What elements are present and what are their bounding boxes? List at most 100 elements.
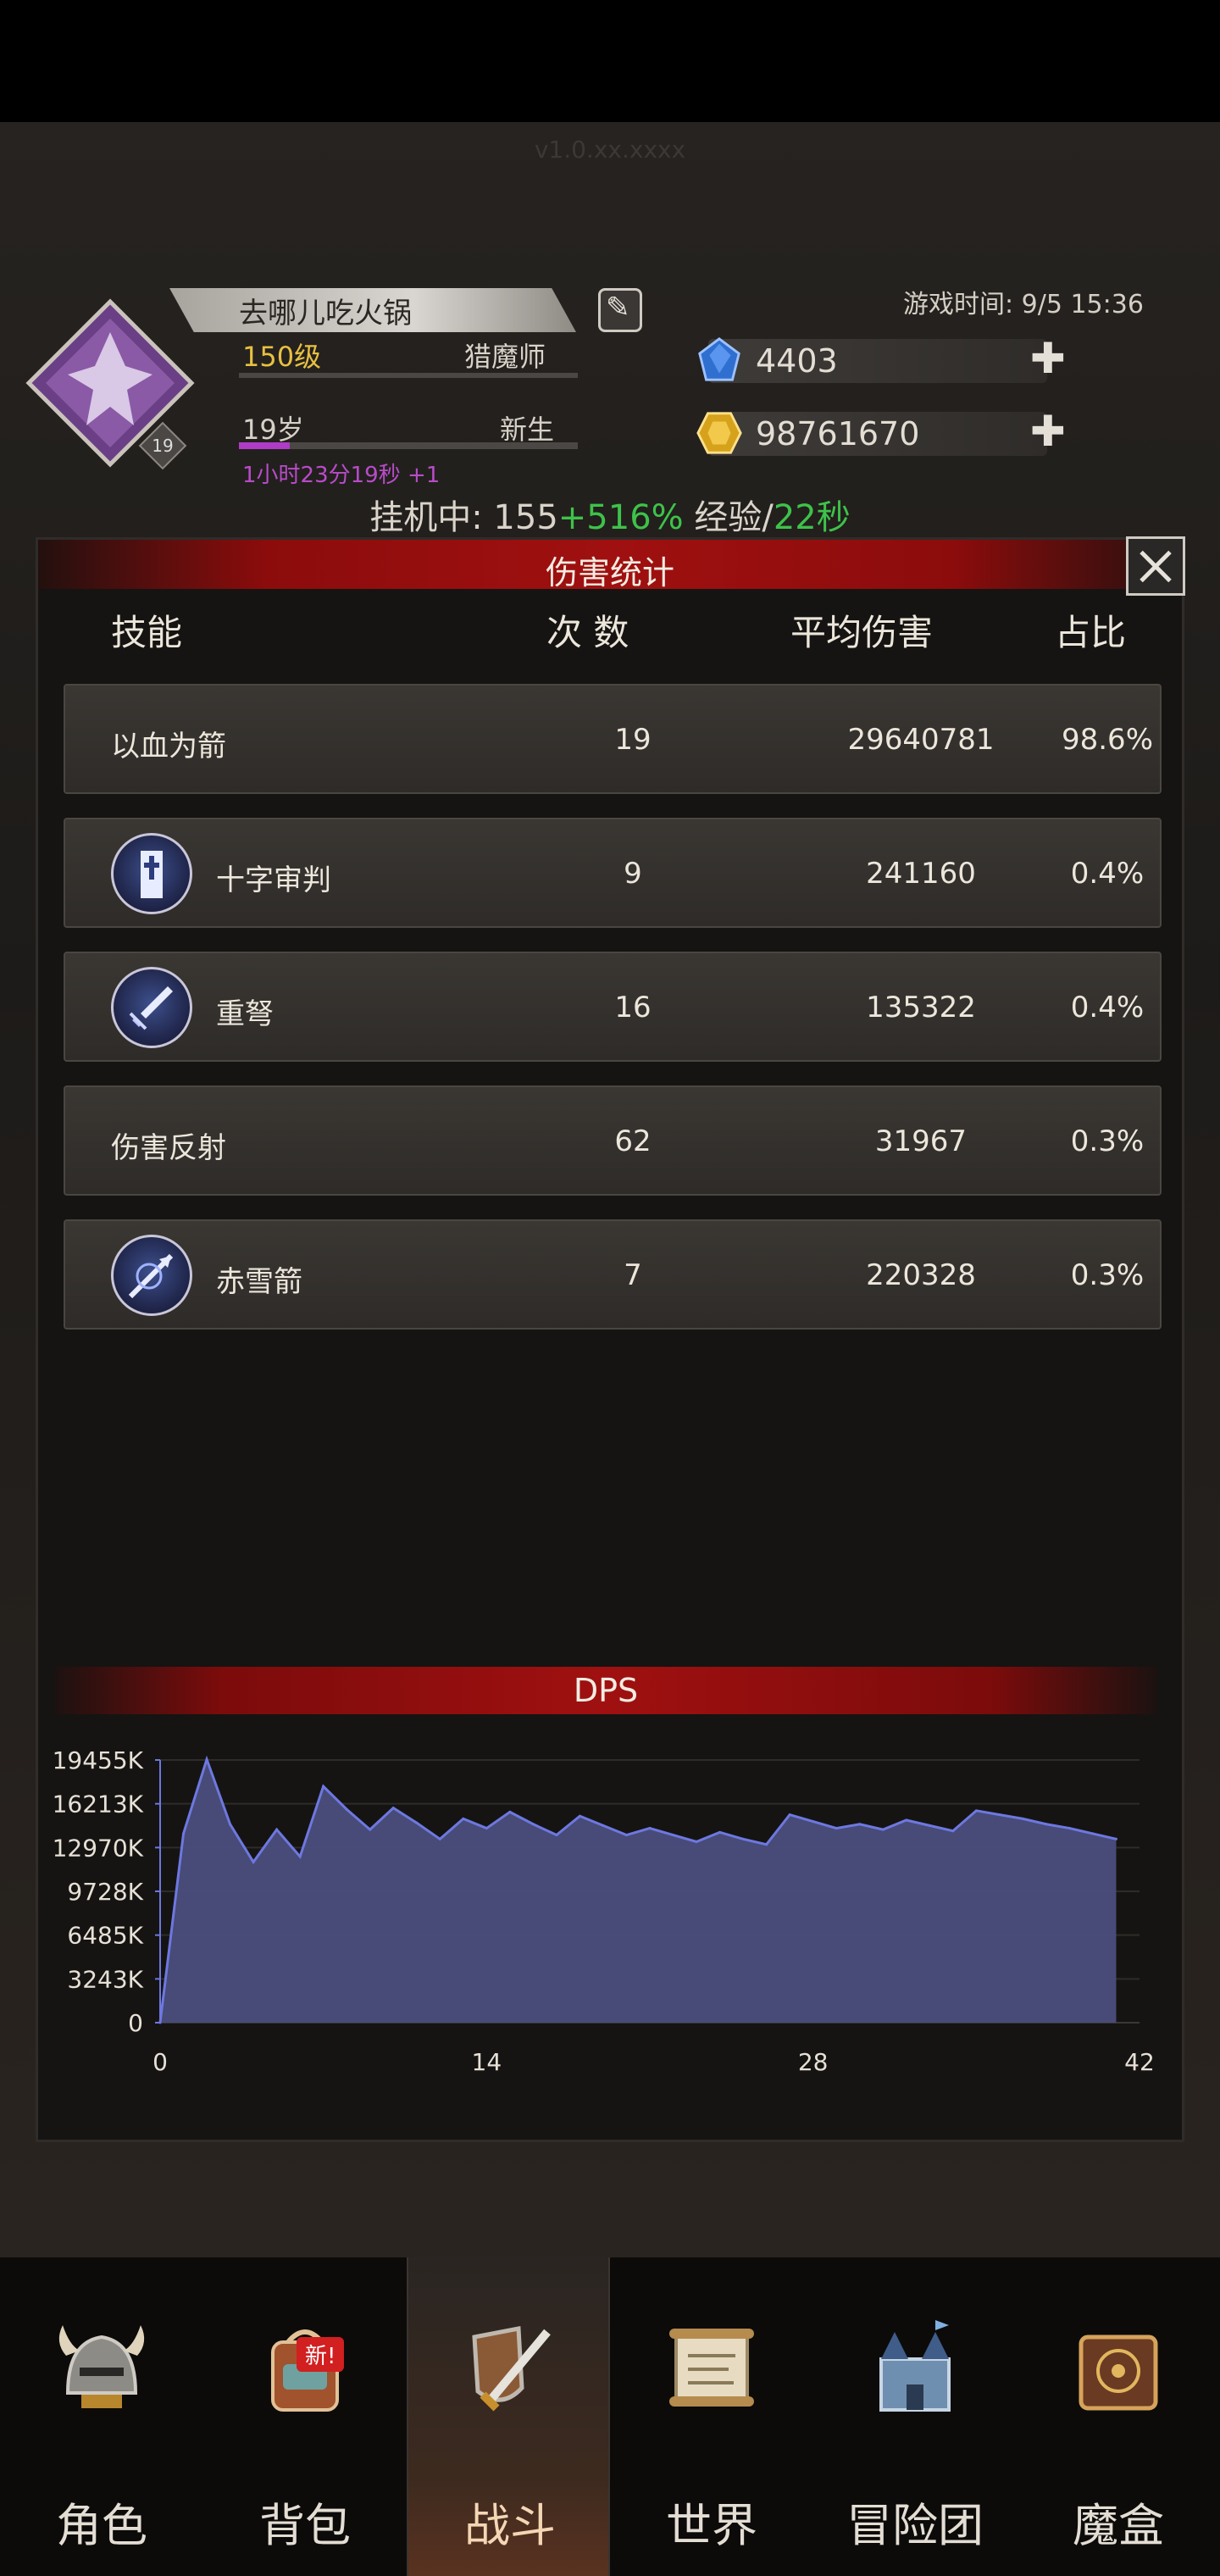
dps-point	[905, 1818, 908, 1822]
skill-row[interactable]: 赤雪箭 7 220328 0.3%	[64, 1219, 1162, 1330]
cross-banner-icon	[111, 833, 192, 914]
idle-prefix: 挂机中: 155	[369, 498, 558, 537]
age-timer: 1小时23分19秒 +1	[242, 463, 441, 488]
column-header-share: 占比	[1055, 612, 1127, 653]
y-tick-label: 19455K	[53, 1746, 144, 1774]
add-gold-button[interactable]: ✚	[1030, 410, 1066, 452]
x-tick-label: 14	[472, 2048, 502, 2076]
dps-point	[624, 1834, 628, 1837]
dps-point	[229, 1823, 232, 1826]
skill-share: 0.4%	[1070, 991, 1145, 1024]
skill-row[interactable]: 重弩 16 135322 0.4%	[64, 952, 1162, 1062]
skill-count: 16	[614, 991, 652, 1024]
skill-name: 赤雪箭	[216, 1265, 302, 1299]
age-progress-bar	[239, 442, 578, 449]
nav-tab[interactable]: 世界	[610, 2257, 813, 2576]
skill-share: 0.4%	[1070, 857, 1145, 891]
idle-middle: 经验/	[683, 498, 774, 537]
dps-point	[858, 1823, 862, 1826]
gems-value: 4403	[756, 342, 838, 380]
dps-point	[205, 1757, 208, 1761]
add-gems-button[interactable]: ✚	[1030, 337, 1066, 380]
skill-name: 十字审判	[216, 863, 331, 897]
blue-gem-icon	[698, 337, 740, 381]
skill-count: 19	[614, 723, 652, 757]
skill-damage-list[interactable]: 以血为箭 19 29640781 98.6% 十字审判 9 241160 0.4% 重弩 16 13…	[64, 682, 1165, 1335]
dps-title-bar: DPS	[55, 1667, 1156, 1714]
damage-stats-modal: 伤害统计 技能 次 数 平均伤害 占比 以血为箭 19 29640781 98.6% 十…	[36, 536, 1185, 2142]
nav-tab[interactable]: 角色	[0, 2257, 203, 2576]
dps-point	[1045, 1823, 1048, 1826]
y-tick-label: 12970K	[53, 1834, 144, 1862]
dps-chart: 0 3243K 6485K 9728K 12970K 16213K 19455K 0 14 28 4…	[53, 1746, 1155, 2076]
arrow-burst-icon	[111, 1235, 192, 1316]
y-tick-label: 16213K	[53, 1790, 144, 1818]
edit-name-button[interactable]	[598, 288, 642, 332]
level-divider	[239, 373, 578, 378]
player-name: 去哪儿吃火锅	[239, 297, 412, 330]
column-header-avg: 平均伤害	[790, 612, 934, 653]
dps-point	[1021, 1817, 1024, 1820]
dps-point	[881, 1828, 884, 1831]
idle-time: 22秒	[773, 498, 851, 537]
skill-name: 伤害反射	[111, 1131, 226, 1165]
dps-point	[415, 1821, 419, 1824]
castle-icon	[879, 2320, 951, 2412]
nav-label: 魔盒	[1073, 2499, 1164, 2552]
dps-point	[158, 2021, 162, 2024]
dps-point	[835, 1827, 838, 1830]
nav-label: 战斗	[464, 2499, 556, 2552]
skill-count: 9	[624, 857, 642, 891]
nav-label: 背包	[259, 2499, 351, 2552]
dps-point	[602, 1824, 605, 1827]
dps-point	[718, 1830, 722, 1834]
player-class: 猎魔师	[464, 341, 546, 373]
dps-point	[974, 1809, 978, 1813]
y-tick-label: 0	[128, 2009, 143, 2037]
nav-label: 冒险团	[846, 2499, 984, 2552]
skill-avg-damage: 29640781	[847, 723, 995, 757]
skill-row[interactable]: 十字审判 9 241160 0.4%	[64, 818, 1162, 928]
dps-point	[369, 1828, 372, 1831]
player-level: 150级	[242, 341, 322, 373]
game-time: 游戏时间: 9/5 15:36	[903, 290, 1144, 319]
dps-point	[252, 1860, 255, 1863]
dps-point	[322, 1785, 325, 1788]
new-badge: 新!	[297, 2337, 345, 2372]
sword-icon	[111, 967, 192, 1048]
dps-point	[741, 1837, 745, 1840]
gold-value: 98761670	[756, 415, 920, 452]
nav-tab[interactable]: 冒险团	[813, 2257, 1017, 2576]
dps-point	[765, 1843, 768, 1846]
dps-point	[998, 1813, 1001, 1817]
skill-share: 98.6%	[1061, 723, 1153, 757]
scroll-map-icon	[669, 2329, 754, 2407]
skill-row[interactable]: 伤害反射 62 31967 0.3%	[64, 1085, 1162, 1196]
dps-point	[555, 1834, 558, 1837]
dps-point	[928, 1824, 931, 1827]
skill-name: 以血为箭	[111, 730, 226, 763]
y-tick-label: 6485K	[67, 1922, 143, 1950]
skill-share: 0.3%	[1070, 1124, 1145, 1158]
nav-tab[interactable]: 新! 背包	[203, 2257, 407, 2576]
dps-point	[508, 1810, 512, 1813]
dps-point	[462, 1817, 465, 1820]
skill-count: 62	[614, 1124, 652, 1158]
dps-point	[578, 1814, 581, 1818]
dps-point	[648, 1827, 652, 1830]
version-text: v1.0.xx.xxxx	[534, 136, 686, 164]
close-button[interactable]	[1126, 536, 1185, 596]
nav-tab[interactable]: 战斗	[407, 2257, 610, 2576]
nav-tab[interactable]: 魔盒	[1017, 2257, 1220, 2576]
nav-label: 角色	[56, 2499, 147, 2552]
skill-name: 重弩	[216, 997, 274, 1031]
column-header-skill: 技能	[111, 612, 183, 653]
skill-count: 7	[624, 1258, 642, 1292]
dps-point	[485, 1827, 488, 1830]
skill-avg-damage: 135322	[866, 991, 976, 1024]
dps-area	[160, 1759, 1117, 2023]
dps-point	[1068, 1827, 1071, 1830]
skill-row[interactable]: 以血为箭 19 29640781 98.6%	[64, 684, 1162, 794]
dps-point	[438, 1837, 441, 1840]
dps-title: DPS	[573, 1672, 639, 1709]
